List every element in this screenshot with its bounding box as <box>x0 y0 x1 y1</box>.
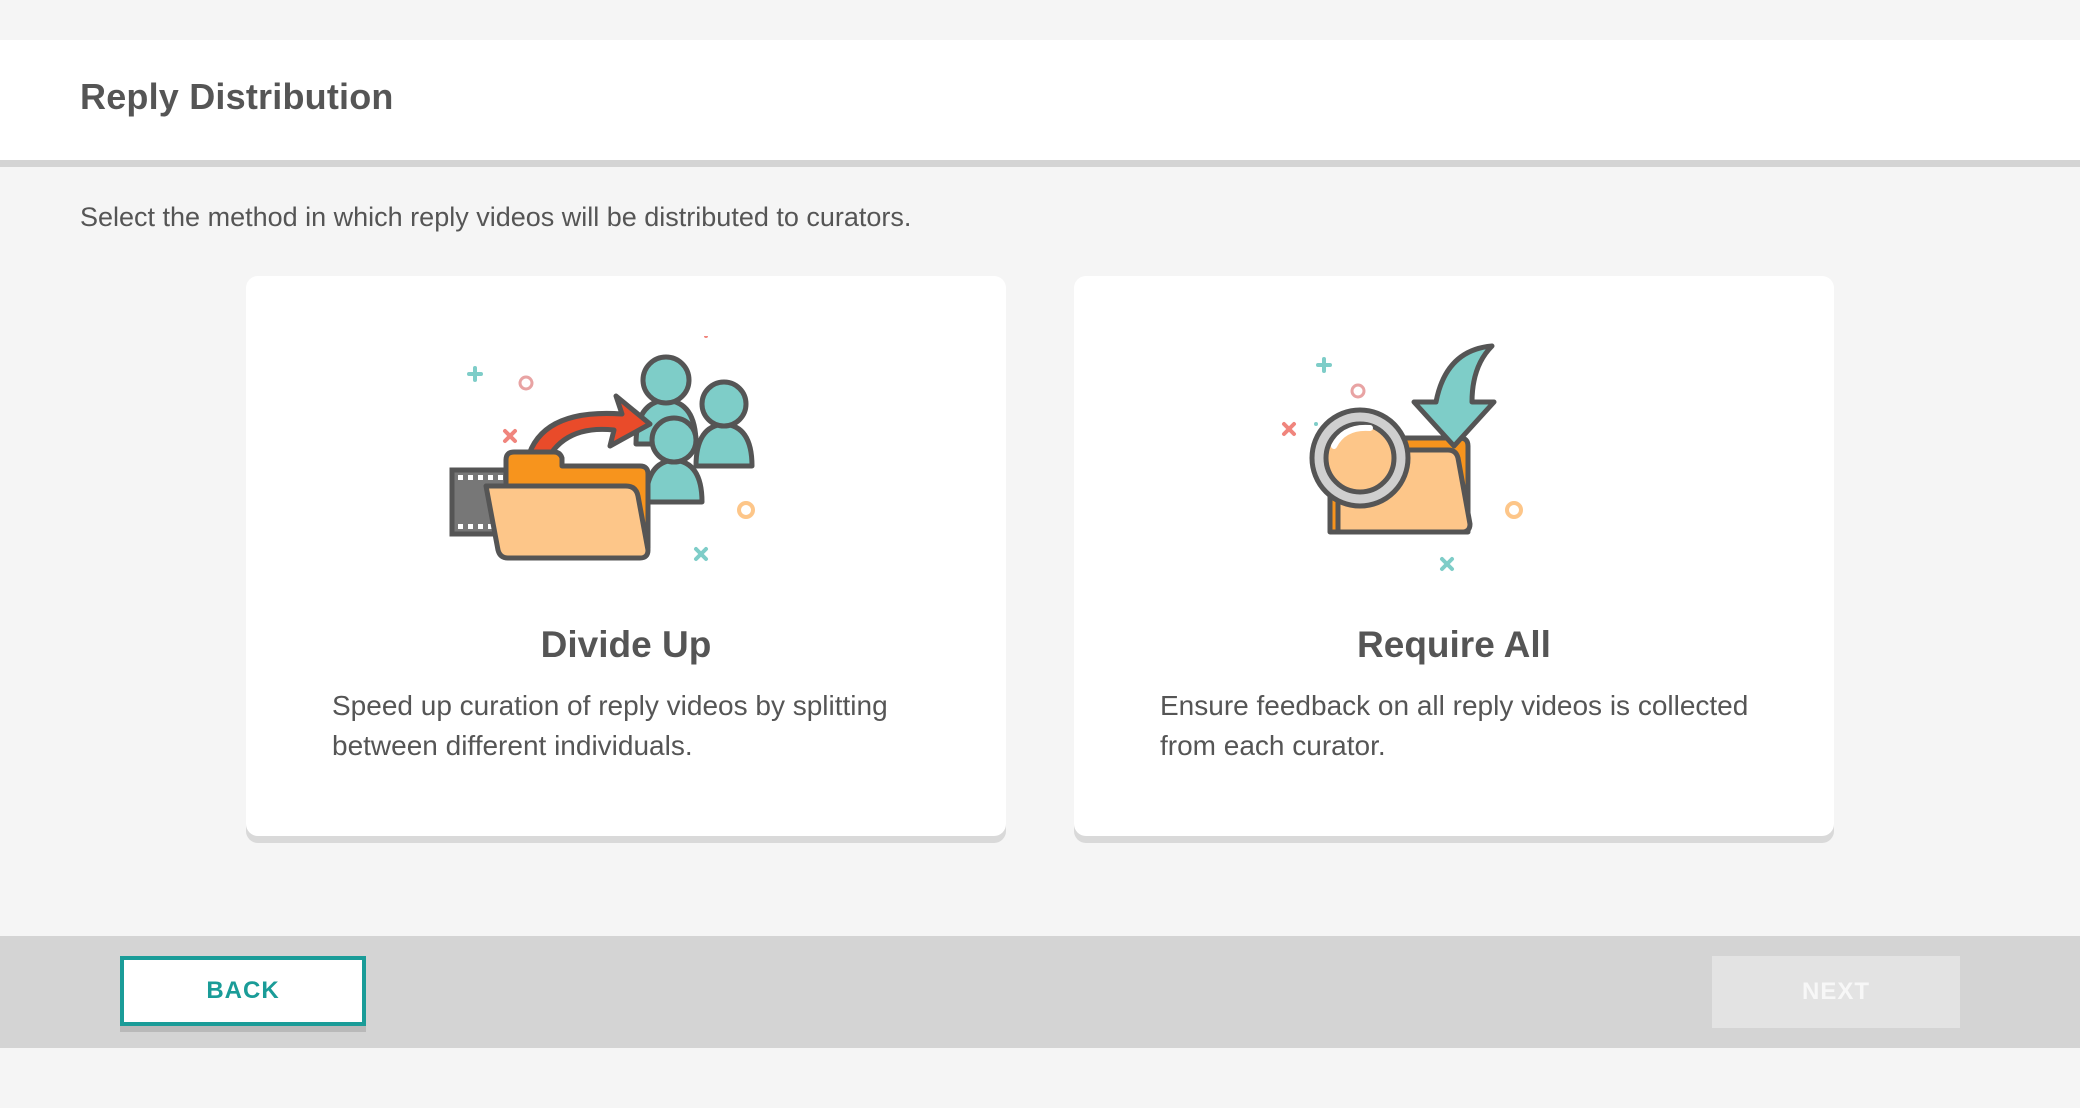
page-header: Reply Distribution <box>0 40 2080 167</box>
require-all-description: Ensure feedback on all reply videos is c… <box>1160 690 1749 761</box>
folder-share-people-icon <box>449 336 755 561</box>
divide-up-description: Speed up curation of reply videos by spl… <box>332 690 888 761</box>
divide-up-card[interactable]: Divide Up Speed up curation of reply vid… <box>246 276 1006 836</box>
divide-up-title: Divide Up <box>540 624 712 665</box>
footer-bar: BACK NEXT <box>0 936 2080 1048</box>
page-title: Reply Distribution <box>80 76 394 117</box>
next-button[interactable]: NEXT <box>1712 956 1960 1028</box>
require-all-card[interactable]: Require All Ensure feedback on all reply… <box>1074 276 1834 836</box>
folder-magnifier-icon <box>1282 343 1523 571</box>
back-button[interactable]: BACK <box>120 956 366 1026</box>
require-all-title: Require All <box>1357 624 1551 665</box>
instructions-text: Select the method in which reply videos … <box>80 202 912 232</box>
